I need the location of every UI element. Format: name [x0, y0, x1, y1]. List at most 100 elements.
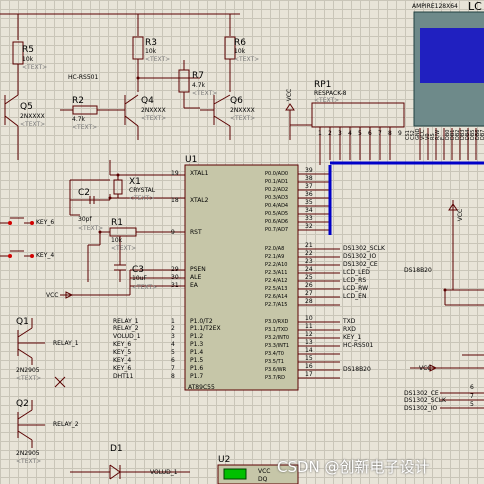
q6-text: <TEXT>	[230, 115, 256, 122]
right-pin-6: 6	[470, 384, 474, 391]
u1-pin-name: P2.1/A9	[265, 254, 285, 260]
u1-pin-num: 18	[171, 197, 179, 204]
schematic-canvas[interactable]: R5 10k <TEXT> R3 10k <TEXT> R6 10k <TEXT…	[0, 0, 484, 484]
c3-ref: C3	[132, 265, 145, 275]
u1-p1-net: KEY_6	[113, 365, 132, 372]
u1-net-label: DS1302_SCLK	[343, 245, 385, 252]
rp1-ref: RP1	[314, 80, 332, 90]
u1-pin-num: 11	[305, 323, 313, 330]
rp1-pin-num: 5	[358, 130, 362, 137]
net-hc-rs501: HC-RS501	[68, 74, 99, 81]
u1-pin-num: 39	[305, 167, 313, 174]
u1-pin-num: 31	[171, 282, 179, 289]
u1-pin-num: 14	[305, 347, 313, 354]
q1-ref: Q1	[16, 317, 29, 327]
u1-part: AT89C55	[188, 384, 215, 391]
d1-ref: D1	[110, 444, 123, 454]
net-key4: KEY_4	[36, 252, 55, 259]
u1-pin-num: 12	[305, 331, 313, 338]
r6-text: <TEXT>	[234, 56, 260, 63]
x1-value: CRYSTAL	[129, 187, 156, 194]
u1-pin-name: P1.5	[190, 357, 204, 364]
net-relay2: RELAY_2	[53, 421, 79, 428]
q5-text: <TEXT>	[20, 121, 46, 128]
u1-pin-name: EA	[190, 282, 198, 289]
net-key6: KEY_6	[36, 219, 55, 226]
r7-value: 4.7k	[192, 82, 206, 89]
net-ds1302-io-right: DS1302_IO	[404, 405, 438, 412]
rp1-pin-num: 4	[348, 130, 352, 137]
u1-pin-name: P1.3	[190, 341, 204, 348]
watermark: CSDN @创新电子设计	[277, 458, 430, 476]
x1-ref: X1	[129, 177, 141, 187]
u1-pin-num: 25	[305, 274, 313, 281]
u1-pin-num: 7	[171, 365, 175, 372]
r3-text: <TEXT>	[145, 56, 171, 63]
u1-pin-num: 38	[305, 175, 313, 182]
r1-ref: R1	[111, 218, 123, 228]
u1-pin-name: P1.7	[190, 373, 204, 380]
u1-pin-name: P1.1/T2EX	[190, 325, 221, 332]
u1-pin-name: P0.4/AD4	[265, 203, 289, 209]
u1-net-label: KEY_1	[343, 334, 362, 341]
lcd-part: AMPIRE128X64	[412, 3, 458, 10]
vcc-rp1: VCC	[286, 88, 294, 102]
r7-ref: R7	[192, 71, 204, 81]
r5-ref: R5	[22, 45, 34, 55]
u2-pin-vcc: VCC	[258, 468, 271, 475]
c2-value: 30pf	[78, 216, 92, 223]
r5-text: <TEXT>	[22, 64, 48, 71]
u1-net-label: TXD	[343, 318, 356, 325]
u1-pin-num: 28	[305, 298, 313, 305]
u1-pin-num: 26	[305, 282, 313, 289]
u1-pin-num: 22	[305, 250, 313, 257]
rp1-pin-num: 1	[318, 130, 322, 137]
u1-p1-net: KEY_5	[113, 349, 132, 356]
vcc-lcd: VCC	[457, 208, 465, 222]
r1-value: 10k	[111, 237, 123, 244]
u1-pin-num: 9	[171, 229, 175, 236]
u1-net-label: RXD	[343, 326, 356, 333]
u1-pin-name: P0.5/AD5	[265, 211, 289, 217]
u1-ref: U1	[185, 155, 198, 165]
net-ds18b20-right: DS18B20	[404, 267, 432, 274]
u1-pin-name: ALE	[190, 274, 202, 281]
u1-pin-name: P0.2/AD2	[265, 187, 289, 193]
q4-value: 2NXXXX	[141, 107, 166, 114]
q6-value: 2NXXXX	[230, 107, 255, 114]
r2-text: <TEXT>	[72, 124, 98, 131]
vcc-right: VCC	[419, 365, 432, 372]
u1-pin-name: P0.0/AD0	[265, 171, 289, 177]
q5-value: 2NXXXX	[20, 113, 45, 120]
u1-p1-net: KEY_6	[113, 341, 132, 348]
net-relay1: RELAY_1	[53, 340, 79, 347]
r7-text: <TEXT>	[192, 90, 218, 97]
u1-pin-num: 37	[305, 183, 313, 190]
x1-text: <TEXT>	[129, 195, 155, 202]
r6-ref: R6	[234, 38, 246, 48]
right-pin-7: 7	[470, 393, 474, 400]
c2-ref: C2	[78, 188, 91, 198]
rp1-pin-num: 8	[388, 130, 392, 137]
rp1-pin-num: 2	[328, 130, 332, 137]
u1-pin-name: P3.1/TXD	[265, 327, 288, 333]
u1-pin-name: P3.2/INT0	[265, 335, 290, 341]
u1-pin-name: P0.3/AD3	[265, 195, 289, 201]
q4-ref: Q4	[141, 96, 154, 106]
u1-net-label: DS18B20	[343, 366, 371, 373]
rp1-pin-num: 3	[338, 130, 342, 137]
r2-value: 4.7k	[72, 116, 86, 123]
u1-net-label: LCD_RS	[343, 277, 367, 284]
r5-value: 10k	[22, 56, 34, 63]
u1-pin-num: 29	[171, 266, 179, 273]
u2-pin-dq: DQ	[258, 476, 268, 483]
u1-net-label: LCD_RW	[343, 285, 369, 292]
u1-pin-name: P0.7/AD7	[265, 227, 289, 233]
r6-value: 10k	[234, 48, 246, 55]
rp1-pin-num: 6	[368, 130, 372, 137]
u1-pin-name: P0.1/AD1	[265, 179, 289, 185]
r2-ref: R2	[72, 96, 84, 106]
u1-pin-name: P3.7/RD	[265, 375, 285, 381]
u1-pin-name: P2.0/A8	[265, 246, 285, 252]
u1-pin-name: P2.5/A13	[265, 286, 288, 292]
